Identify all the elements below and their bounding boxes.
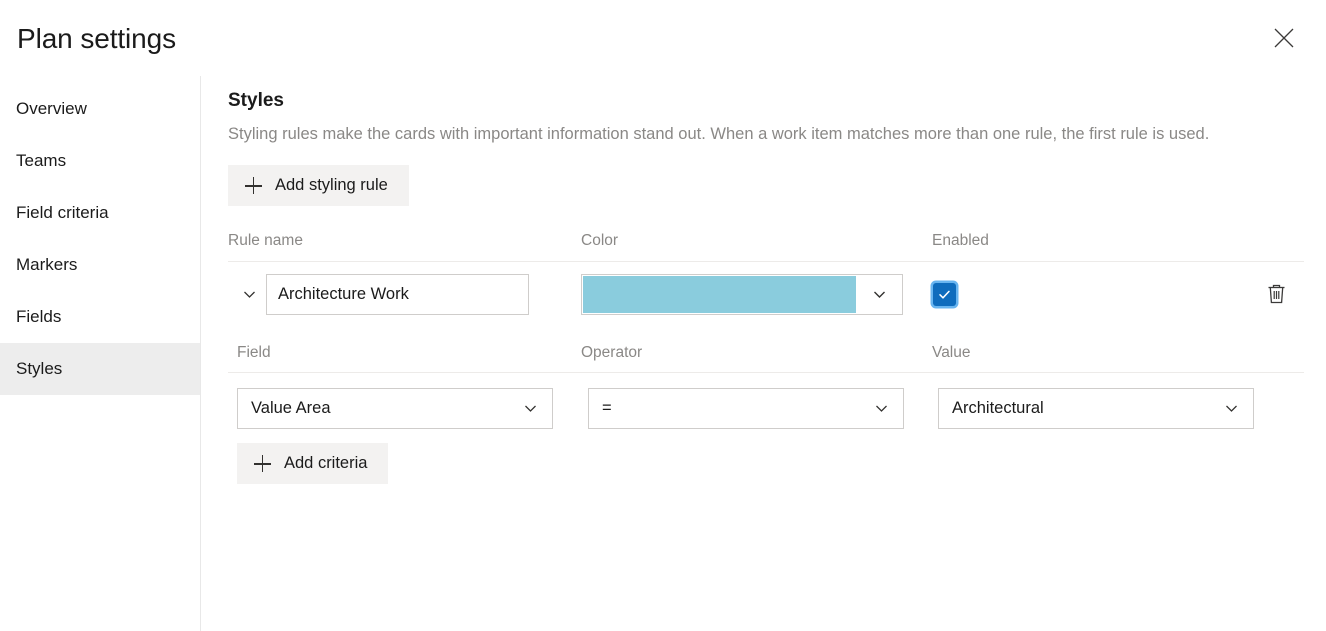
column-header-color: Color: [581, 232, 932, 250]
sidebar-item-label: Styles: [16, 359, 62, 379]
rule-color-cell: [581, 274, 933, 315]
value-dropdown-value: Architectural: [952, 399, 1044, 418]
rules-grid-header: Rule name Color Enabled: [228, 232, 1304, 262]
criteria-grid-header: Field Operator Value: [228, 344, 1304, 373]
settings-sidebar: Overview Teams Field criteria Markers Fi…: [0, 76, 201, 631]
value-dropdown[interactable]: Architectural: [938, 388, 1254, 429]
column-header-rule-name: Rule name: [228, 232, 581, 250]
delete-rule-button[interactable]: [1248, 283, 1304, 305]
column-header-enabled: Enabled: [932, 232, 1232, 250]
close-button[interactable]: [1264, 18, 1304, 58]
sidebar-item-label: Markers: [16, 255, 77, 275]
color-picker[interactable]: [581, 274, 903, 315]
close-icon: [1271, 25, 1297, 51]
add-styling-rule-button[interactable]: Add styling rule: [228, 165, 409, 206]
chevron-down-icon: [873, 400, 890, 417]
chevron-down-icon: [522, 400, 539, 417]
operator-dropdown-value: =: [602, 399, 612, 418]
sidebar-item-label: Teams: [16, 151, 66, 171]
expand-rule-toggle[interactable]: [232, 286, 266, 303]
sidebar-item-label: Overview: [16, 99, 87, 119]
sidebar-item-styles[interactable]: Styles: [0, 343, 200, 395]
column-header-field: Field: [228, 344, 581, 362]
sidebar-item-overview[interactable]: Overview: [0, 83, 200, 135]
chevron-down-icon: [1223, 400, 1240, 417]
add-criteria-label: Add criteria: [284, 454, 367, 473]
panel-header: Plan settings: [0, 0, 1326, 76]
column-header-value: Value: [932, 344, 1232, 362]
rule-name-input[interactable]: [266, 274, 529, 315]
operator-dropdown[interactable]: =: [588, 388, 904, 429]
plus-icon: [254, 455, 271, 472]
sidebar-item-label: Fields: [16, 307, 61, 327]
chevron-down-icon: [871, 286, 888, 303]
styling-rule-row: [228, 262, 1304, 326]
panel-body: Overview Teams Field criteria Markers Fi…: [0, 76, 1326, 631]
section-title: Styles: [228, 88, 1304, 115]
color-swatch: [583, 276, 856, 313]
sidebar-item-fields[interactable]: Fields: [0, 291, 200, 343]
rule-name-cell: [266, 274, 581, 315]
sidebar-item-teams[interactable]: Teams: [0, 135, 200, 187]
trash-icon: [1266, 283, 1287, 305]
add-criteria-button[interactable]: Add criteria: [237, 443, 388, 484]
add-criteria-wrap: Add criteria: [228, 443, 1304, 484]
criteria-row: Value Area = Architectural: [228, 373, 1304, 443]
styles-pane: Styles Styling rules make the cards with…: [201, 76, 1326, 631]
sidebar-item-label: Field criteria: [16, 203, 109, 223]
page-title: Plan settings: [17, 25, 176, 53]
enabled-checkbox[interactable]: [933, 283, 956, 306]
column-header-operator: Operator: [581, 344, 932, 362]
plus-icon: [245, 177, 262, 194]
add-styling-rule-label: Add styling rule: [275, 176, 388, 195]
field-dropdown-value: Value Area: [251, 399, 331, 418]
sidebar-item-markers[interactable]: Markers: [0, 239, 200, 291]
chevron-down-icon: [241, 286, 258, 303]
section-description: Styling rules make the cards with import…: [228, 121, 1304, 148]
field-dropdown[interactable]: Value Area: [237, 388, 553, 429]
checkmark-icon: [937, 287, 952, 302]
sidebar-item-field-criteria[interactable]: Field criteria: [0, 187, 200, 239]
color-picker-caret[interactable]: [856, 275, 902, 314]
rule-enabled-cell: [933, 283, 1248, 306]
